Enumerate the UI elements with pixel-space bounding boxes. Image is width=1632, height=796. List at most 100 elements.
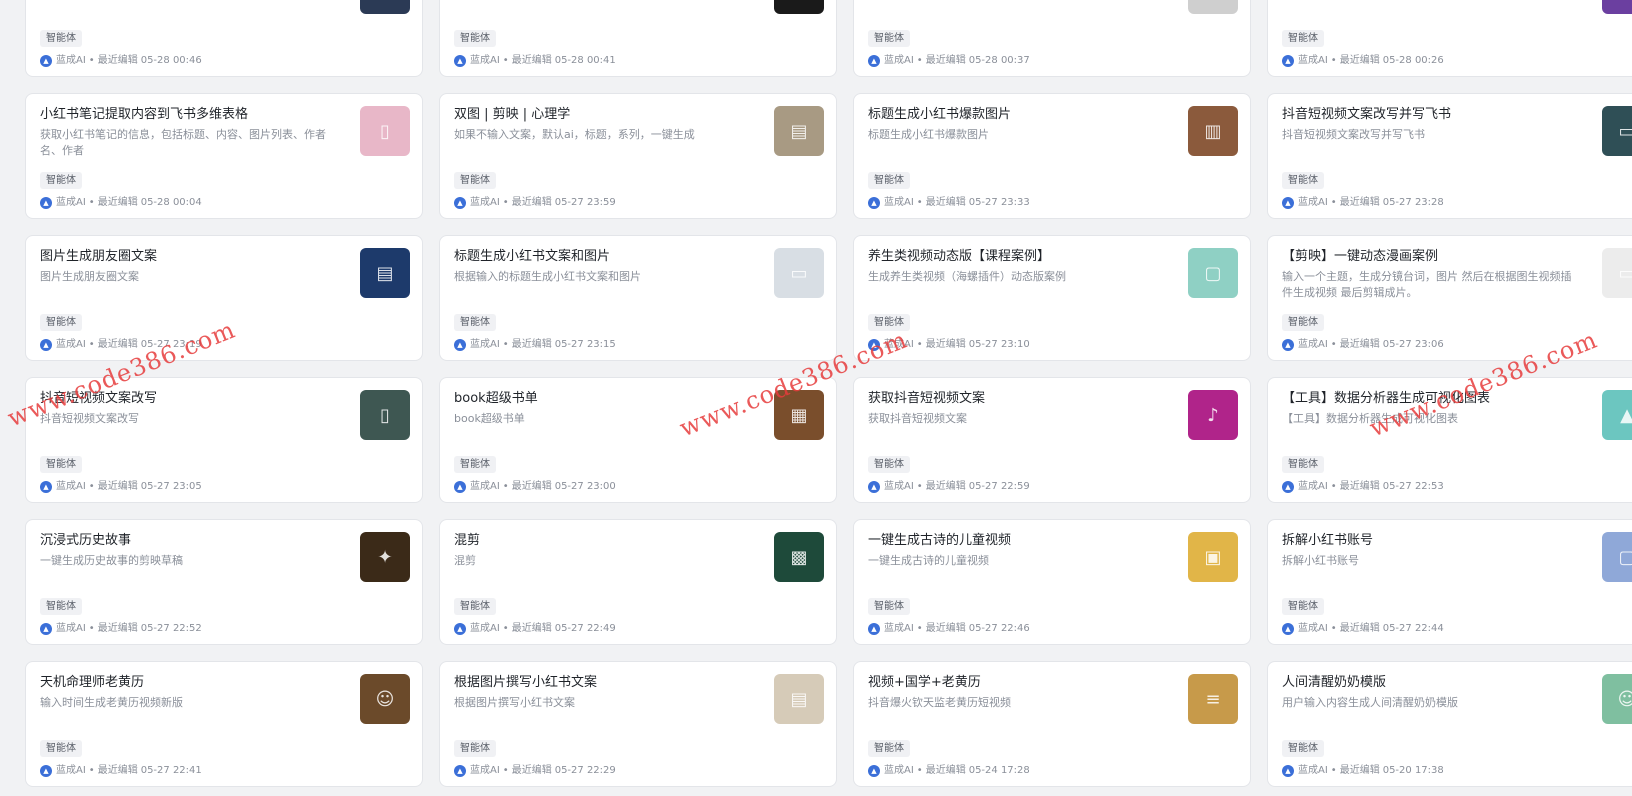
agent-card-description: 根据输入的标题生成小红书文案和图片 [454, 270, 641, 283]
agent-card-footer: 智能体 ▲ 蓝成AI • 最近编辑 05-27 22:59 [868, 452, 1030, 493]
edit-time: 05-27 22:41 [140, 765, 202, 776]
agent-card-footer: 智能体 ▲ 蓝成AI • 最近编辑 05-27 22:41 [40, 736, 202, 777]
author-name: 蓝成AI [1298, 197, 1328, 208]
purple-image: ◆ [1602, 0, 1632, 14]
agent-card-meta: ▲ 蓝成AI • 最近编辑 05-28 00:26 [1282, 55, 1444, 67]
agent-card-title: book超级书单 [454, 391, 538, 406]
portrait-image: ☺ [360, 674, 410, 724]
agent-card-description: 获取抖音短视频文案 [868, 412, 967, 425]
edit-time: 05-27 23:00 [554, 481, 616, 492]
monitor-image: ▭ [1602, 248, 1632, 298]
meta-separator: • [502, 623, 509, 634]
agent-card-title: 一键生成古诗的儿童视频 [868, 533, 1012, 548]
edit-time: 05-27 22:53 [1382, 481, 1444, 492]
agent-card[interactable]: 标题生成小红书爆款图片 标题生成小红书爆款图片 ▥ 智能体 ▲ 蓝成AI • 最近编辑 05… [853, 93, 1251, 219]
edit-time: 05-28 00:04 [140, 197, 202, 208]
agent-card[interactable]: 抖音短视频文案改写并写飞书 抖音短视频文案改写并写飞书 ▭ 智能体 ▲ 蓝成AI • 最近… [1267, 93, 1632, 219]
agent-card[interactable]: 获取抖音短视频文案 获取抖音短视频文案 ♪ 智能体 ▲ 蓝成AI • 最近编辑 05-27 … [853, 377, 1251, 503]
agent-card-title: 混剪 [454, 533, 481, 548]
gray-image: ▫ [1188, 0, 1238, 14]
agent-type-badge: 智能体 [1282, 598, 1324, 615]
agent-card-description: 拆解小红书账号 [1282, 554, 1359, 567]
meta-separator: • [502, 197, 509, 208]
author-avatar-icon: ▲ [868, 197, 880, 209]
meta-separator: • [916, 623, 923, 634]
author-avatar-icon: ▲ [1282, 623, 1294, 635]
agent-card[interactable]: 根据图片撰写小红书文案 根据图片撰写小红书文案 ▤ 智能体 ▲ 蓝成AI • 最近编辑 05… [439, 661, 837, 787]
author-name: 蓝成AI [884, 623, 914, 634]
meta-separator: • [1330, 765, 1337, 776]
edit-time: 05-27 23:59 [554, 197, 616, 208]
notebook-image: ▥ [1188, 106, 1238, 156]
agent-card[interactable]: 图片生成朋友圈文案 图片生成朋友圈文案 ▤ 智能体 ▲ 蓝成AI • 最近编辑 05-27 … [25, 235, 423, 361]
agent-card[interactable]: 混剪 混剪 ▩ 智能体 ▲ 蓝成AI • 最近编辑 05-27 22:49 [439, 519, 837, 645]
agent-type-badge: 智能体 [1282, 740, 1324, 757]
author-avatar-icon: ▲ [454, 481, 466, 493]
pattern-image: ▩ [774, 532, 824, 582]
agent-type-badge: 智能体 [40, 456, 82, 473]
author-name: 蓝成AI [470, 339, 500, 350]
agent-card[interactable]: 拆解小红书账号 拆解小红书账号 ▢ 智能体 ▲ 蓝成AI • 最近编辑 05-27 22:4… [1267, 519, 1632, 645]
agent-card[interactable]: 人间清醒奶奶模版 用户输入内容生成人间清醒奶奶模版 ☺ 智能体 ▲ 蓝成AI • 最近编辑… [1267, 661, 1632, 787]
author-avatar-icon: ▲ [868, 55, 880, 67]
author-avatar-icon: ▲ [454, 197, 466, 209]
agent-card-footer: 智能体 ▲ 蓝成AI • 最近编辑 05-20 17:38 [1282, 736, 1444, 777]
scroll-image: ≡ [1188, 674, 1238, 724]
agent-card-meta: ▲ 蓝成AI • 最近编辑 05-27 22:44 [1282, 623, 1444, 635]
agent-card[interactable]: ▪ 智能体 ▲ 蓝成AI • 最近编辑05-28 00:46 [25, 0, 423, 77]
agent-card-meta: ▲ 蓝成AI • 最近编辑 05-27 23:05 [40, 481, 202, 493]
edit-label: 最近编辑 [511, 339, 552, 350]
author-name: 蓝成AI [884, 481, 914, 492]
agent-card[interactable]: ▫ 智能体 ▲ 蓝成AI • 最近编辑05-28 00:37 [853, 0, 1251, 77]
edit-time: 05-28 00:37 [968, 55, 1030, 66]
author-avatar-icon: ▲ [40, 339, 52, 351]
agent-card[interactable]: 小红书笔记提取内容到飞书多维表格 获取小红书笔记的信息，包括标题、内容、图片列表、… [25, 93, 423, 219]
agent-card[interactable]: 沉浸式历史故事 一键生成历史故事的剪映草稿 ✦ 智能体 ▲ 蓝成AI • 最近编辑 05-2… [25, 519, 423, 645]
edit-time: 05-27 22:29 [554, 765, 616, 776]
author-name: 蓝成AI [1298, 481, 1328, 492]
agent-card[interactable]: ◆ 智能体 ▲ 蓝成AI • 最近编辑05-28 00:26 [1267, 0, 1632, 77]
agent-card-title: 双图 | 剪映 | 心理学 [454, 107, 571, 122]
meta-separator: • [88, 55, 95, 66]
agent-card[interactable]: 双图 | 剪映 | 心理学 如果不输入文案，默认ai，标题，系列，一键生成 ▤ 智能体… [439, 93, 837, 219]
agent-card[interactable]: 一键生成古诗的儿童视频 一键生成古诗的儿童视频 ▣ 智能体 ▲ 蓝成AI • 最近编辑 05… [853, 519, 1251, 645]
agent-card-meta: ▲ 蓝成AI • 最近编辑 05-27 23:19 [40, 339, 202, 351]
agent-card-footer: 智能体 ▲ 蓝成AI • 最近编辑 05-27 23:00 [454, 452, 616, 493]
edit-label: 最近编辑 [925, 623, 966, 634]
meta-separator: • [88, 197, 95, 208]
agent-card[interactable]: 视频+国学+老黄历 抖音爆火钦天监老黄历短视频 ≡ 智能体 ▲ 蓝成AI • 最近编辑 05… [853, 661, 1251, 787]
meta-separator: • [1330, 55, 1337, 66]
agent-card-description: 输入时间生成老黄历视频新版 [40, 696, 183, 709]
agent-card[interactable]: 【剪映】一键动态漫画案例 输入一个主题，生成分镜台词，图片 然后在根据图生视频插件… [1267, 235, 1632, 361]
author-name: 蓝成AI [470, 197, 500, 208]
agent-type-badge: 智能体 [868, 172, 910, 189]
agent-card-meta: ▲ 蓝成AI • 最近编辑 05-27 22:41 [40, 765, 202, 777]
agent-type-badge: 智能体 [40, 314, 82, 331]
author-avatar-icon: ▲ [454, 55, 466, 67]
meta-separator: • [502, 481, 509, 492]
edit-time: 05-28 00:46 [140, 55, 202, 66]
author-name: 蓝成AI [56, 339, 86, 350]
agent-type-badge: 智能体 [40, 598, 82, 615]
agent-card[interactable]: 天机命理师老黄历 输入时间生成老黄历视频新版 ☺ 智能体 ▲ 蓝成AI • 最近编辑 05-… [25, 661, 423, 787]
agent-card[interactable]: 【工具】数据分析器生成可视化图表 【工具】数据分析器生成可视化图表 ▲ 智能体 ▲ 蓝成A… [1267, 377, 1632, 503]
book-image: ▤ [774, 674, 824, 724]
agent-card-title: 标题生成小红书爆款图片 [868, 107, 1012, 122]
agent-card-footer: 智能体 ▲ 蓝成AI • 最近编辑 05-28 00:37 [868, 26, 1030, 67]
agent-card-meta: ▲ 蓝成AI • 最近编辑 05-27 23:10 [868, 339, 1030, 351]
agent-card[interactable]: book超级书单 book超级书单 ▦ 智能体 ▲ 蓝成AI • 最近编辑 05-27 23… [439, 377, 837, 503]
agent-card-footer: 智能体 ▲ 蓝成AI • 最近编辑 05-27 23:33 [868, 168, 1030, 209]
agent-card[interactable]: 养生类视频动态版【课程案例】 生成养生类视频（海螺插件）动态版案例 ▢ 智能体 ▲ 蓝成A… [853, 235, 1251, 361]
agent-card-footer: 智能体 ▲ 蓝成AI • 最近编辑 05-27 22:49 [454, 594, 616, 635]
edit-label: 最近编辑 [925, 55, 966, 66]
agent-card[interactable]: 抖音短视频文案改写 抖音短视频文案改写 ▯ 智能体 ▲ 蓝成AI • 最近编辑 05-27 … [25, 377, 423, 503]
agent-type-badge: 智能体 [1282, 314, 1324, 331]
agent-card[interactable]: ▪ 智能体 ▲ 蓝成AI • 最近编辑05-28 00:41 [439, 0, 837, 77]
agent-card-description: 标题生成小红书爆款图片 [868, 128, 989, 141]
agent-card-title: 视频+国学+老黄历 [868, 675, 981, 690]
agent-card[interactable]: 标题生成小红书文案和图片 根据输入的标题生成小红书文案和图片 ▭ 智能体 ▲ 蓝成AI •… [439, 235, 837, 361]
agent-type-badge: 智能体 [868, 314, 910, 331]
agent-card-footer: 智能体 ▲ 蓝成AI • 最近编辑 05-27 23:05 [40, 452, 202, 493]
agent-type-badge: 智能体 [454, 598, 496, 615]
edit-label: 最近编辑 [511, 765, 552, 776]
